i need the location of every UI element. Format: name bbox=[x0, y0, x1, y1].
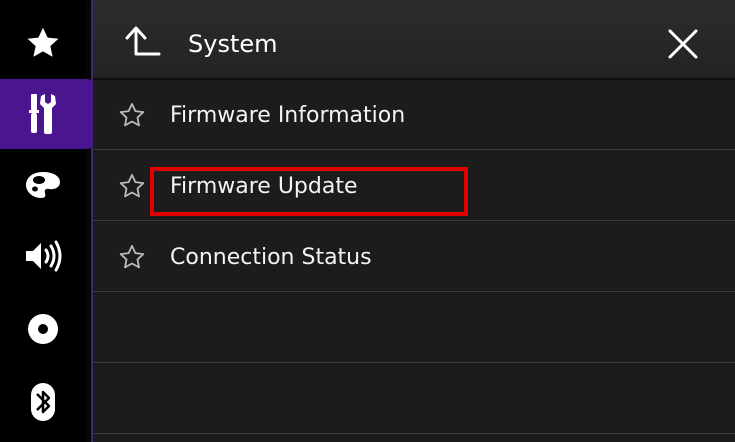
main-panel: System Firmware Information Firmware Upd… bbox=[93, 0, 735, 442]
star-icon bbox=[27, 27, 58, 57]
sidebar-divider bbox=[85, 0, 93, 442]
sidebar bbox=[0, 0, 85, 442]
menu-item-empty bbox=[93, 293, 735, 363]
back-arrow-icon bbox=[125, 26, 161, 56]
menu-item-label: Firmware Information bbox=[170, 103, 406, 128]
sidebar-item-audio[interactable] bbox=[0, 221, 85, 291]
menu-item-empty bbox=[93, 364, 735, 434]
active-tab-indicator bbox=[85, 79, 93, 149]
close-button[interactable] bbox=[666, 27, 700, 61]
menu-item-label: Connection Status bbox=[170, 245, 372, 270]
tools-icon bbox=[28, 94, 56, 134]
palette-icon bbox=[25, 172, 60, 198]
highlight-box bbox=[150, 167, 468, 216]
star-outline-icon[interactable] bbox=[118, 101, 146, 129]
back-button[interactable] bbox=[123, 24, 163, 64]
page-title: System bbox=[188, 30, 278, 58]
menu-item-firmware-information[interactable]: Firmware Information bbox=[93, 80, 735, 150]
close-icon bbox=[668, 29, 698, 59]
sidebar-item-favorites[interactable] bbox=[0, 8, 85, 78]
speaker-icon bbox=[25, 240, 61, 272]
menu-item-connection-status[interactable]: Connection Status bbox=[93, 222, 735, 292]
bluetooth-icon bbox=[30, 383, 55, 421]
star-outline-icon[interactable] bbox=[118, 243, 146, 271]
star-outline-icon[interactable] bbox=[118, 172, 146, 200]
disc-icon bbox=[27, 314, 58, 344]
sidebar-item-settings[interactable] bbox=[0, 79, 85, 149]
sidebar-item-bluetooth[interactable] bbox=[0, 367, 85, 437]
sidebar-item-theme[interactable] bbox=[0, 150, 85, 220]
header-bar: System bbox=[93, 0, 735, 80]
sidebar-item-disc[interactable] bbox=[0, 294, 85, 364]
